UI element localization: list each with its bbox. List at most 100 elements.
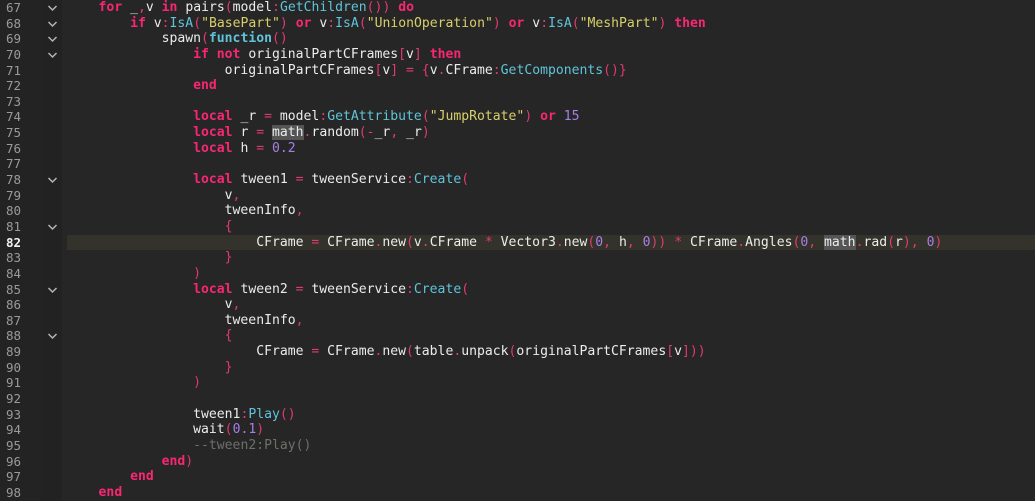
code-text[interactable]: }	[67, 360, 1035, 376]
code-line[interactable]: 97 end	[0, 469, 1035, 485]
code-text[interactable]: end	[67, 485, 1035, 501]
chevron-down-icon[interactable]	[45, 47, 59, 63]
code-line[interactable]: 95 --tween2:Play()	[0, 438, 1035, 454]
code-line[interactable]: 90 }	[0, 360, 1035, 376]
code-line[interactable]: 73	[0, 94, 1035, 110]
code-text[interactable]: v,	[67, 188, 1035, 204]
code-token: tweenInfo	[67, 312, 296, 328]
code-line[interactable]: 70 if not originalPartCFrames[v] then	[0, 47, 1035, 63]
code-text[interactable]: tween1:Play()	[67, 407, 1035, 423]
code-line[interactable]: 87 tweenInfo,	[0, 313, 1035, 329]
code-line[interactable]: 79 v,	[0, 188, 1035, 204]
code-line[interactable]: 94 wait(0.1)	[0, 422, 1035, 438]
line-number: 68	[6, 15, 22, 31]
code-line[interactable]: 96 end)	[0, 454, 1035, 470]
code-text[interactable]: local r = math.random(-_r, _r)	[67, 125, 1035, 141]
code-token: (	[406, 344, 414, 360]
code-text[interactable]	[67, 94, 1035, 110]
chevron-down-icon[interactable]	[45, 282, 59, 298]
code-line[interactable]: 83 }	[0, 250, 1035, 266]
code-line[interactable]: 77	[0, 156, 1035, 172]
code-line[interactable]: 92	[0, 391, 1035, 407]
code-text[interactable]: end	[67, 78, 1035, 94]
chevron-down-icon[interactable]	[45, 0, 59, 16]
code-line[interactable]: 67 for _,v in pairs(model:GetChildren())…	[0, 0, 1035, 16]
line-number: 84	[6, 265, 22, 281]
code-token: ))	[650, 234, 667, 250]
code-text[interactable]	[67, 156, 1035, 172]
code-text[interactable]: local tween2 = tweenService:Create(	[67, 282, 1035, 298]
code-token: or	[295, 15, 312, 31]
code-text[interactable]: if v:IsA("BasePart") or v:IsA("UnionOper…	[67, 16, 1035, 32]
code-text[interactable]	[67, 391, 1035, 407]
code-text[interactable]: end)	[67, 454, 1035, 470]
code-line[interactable]: 91 )	[0, 375, 1035, 391]
code-line[interactable]: 76 local h = 0.2	[0, 141, 1035, 157]
code-text[interactable]: tweenInfo,	[67, 313, 1035, 329]
code-line[interactable]: 69 spawn(function()	[0, 31, 1035, 47]
code-text[interactable]: local tween1 = tweenService:Create(	[67, 172, 1035, 188]
code-text[interactable]: --tween2:Play()	[67, 438, 1035, 454]
code-line[interactable]: 80 tweenInfo,	[0, 203, 1035, 219]
code-token: v	[406, 46, 414, 62]
code-line[interactable]: 71 originalPartCFrames[v] = {v.CFrame:Ge…	[0, 63, 1035, 79]
code-text[interactable]: )	[67, 375, 1035, 391]
code-text[interactable]: if not originalPartCFrames[v] then	[67, 47, 1035, 63]
code-token: then	[429, 46, 462, 62]
code-line[interactable]: 68 if v:IsA("BasePart") or v:IsA("UnionO…	[0, 16, 1035, 32]
code-text[interactable]: spawn(function()	[67, 31, 1035, 47]
code-text[interactable]: local h = 0.2	[67, 141, 1035, 157]
code-text[interactable]: end	[67, 469, 1035, 485]
line-number: 74	[6, 109, 22, 125]
code-token: _r	[398, 125, 422, 141]
code-line[interactable]: 74 local _r = model:GetAttribute("JumpRo…	[0, 109, 1035, 125]
code-text[interactable]: tweenInfo,	[67, 203, 1035, 219]
code-token: CFrame	[429, 234, 485, 250]
code-text[interactable]: v,	[67, 297, 1035, 313]
code-token: (	[358, 15, 367, 31]
code-text[interactable]: )	[67, 266, 1035, 282]
code-text[interactable]: local _r = model:GetAttribute("JumpRotat…	[67, 109, 1035, 125]
code-token: (	[461, 281, 470, 297]
code-text[interactable]: {	[67, 328, 1035, 344]
code-text[interactable]: CFrame = CFrame.new(table.unpack(origina…	[67, 344, 1035, 360]
code-token: }	[224, 250, 233, 266]
code-line[interactable]: 89 CFrame = CFrame.new(table.unpack(orig…	[0, 344, 1035, 360]
code-token: [	[666, 344, 675, 360]
chevron-down-icon[interactable]	[45, 172, 59, 188]
code-line[interactable]: 81 {	[0, 219, 1035, 235]
line-number: 95	[6, 437, 22, 453]
code-text[interactable]: {	[67, 219, 1035, 235]
code-line[interactable]: 72 end	[0, 78, 1035, 94]
line-number: 72	[6, 78, 22, 94]
code-text[interactable]: }	[67, 250, 1035, 266]
code-text[interactable]: CFrame = CFrame.new(v.CFrame * Vector3.n…	[67, 234, 1035, 251]
code-lines[interactable]: 67 for _,v in pairs(model:GetChildren())…	[0, 0, 1035, 501]
code-line[interactable]: 85 local tween2 = tweenService:Create(	[0, 282, 1035, 298]
code-line[interactable]: 78 local tween1 = tweenService:Create(	[0, 172, 1035, 188]
chevron-down-icon[interactable]	[45, 328, 59, 344]
code-token: )	[193, 265, 202, 281]
code-text[interactable]: originalPartCFrames[v] = {v.CFrame:GetCo…	[67, 63, 1035, 79]
code-line[interactable]: 93 tween1:Play()	[0, 407, 1035, 423]
code-token: ]	[390, 62, 399, 78]
chevron-down-icon[interactable]	[45, 16, 59, 32]
code-text[interactable]: for _,v in pairs(model:GetChildren()) do	[67, 0, 1035, 16]
code-line[interactable]: 86 v,	[0, 297, 1035, 313]
code-line[interactable]: 84 )	[0, 266, 1035, 282]
code-line[interactable]: 88 {	[0, 328, 1035, 344]
chevron-down-icon[interactable]	[45, 31, 59, 47]
code-line[interactable]: 98 end	[0, 485, 1035, 501]
code-editor[interactable]: 67 for _,v in pairs(model:GetChildren())…	[0, 0, 1035, 501]
code-line-current[interactable]: 82 CFrame = CFrame.new(v.CFrame * Vector…	[0, 234, 1035, 251]
chevron-down-icon[interactable]	[45, 219, 59, 235]
code-line[interactable]: 75 local r = math.random(-_r, _r)	[0, 125, 1035, 141]
code-token: table	[413, 344, 454, 360]
code-token: CFrame	[319, 234, 375, 250]
code-token: 0.2	[272, 140, 296, 156]
code-text[interactable]: wait(0.1)	[67, 422, 1035, 438]
code-token: pairs	[177, 0, 225, 15]
code-token: (	[201, 31, 209, 47]
